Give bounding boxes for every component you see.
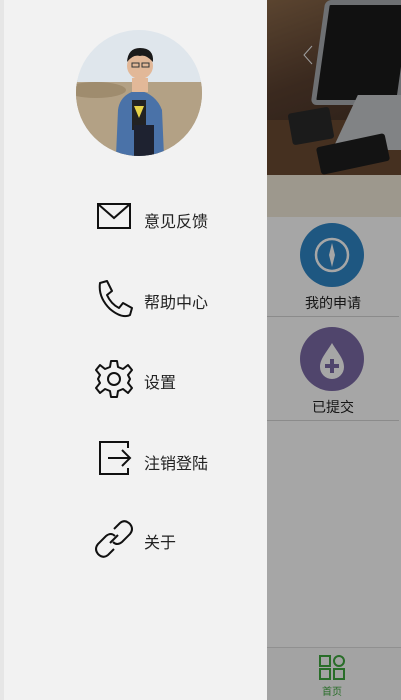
- menu-item-label: 设置: [144, 373, 177, 392]
- menu-item-label: 关于: [144, 533, 177, 552]
- menu-item-feedback[interactable]: 意见反馈: [92, 196, 262, 240]
- menu-item-label: 注销登陆: [144, 454, 209, 473]
- menu-item-label: 意见反馈: [144, 212, 209, 231]
- menu-item-help-center[interactable]: 帮助中心: [92, 277, 262, 321]
- phone-icon: [98, 280, 133, 318]
- menu-item-label: 帮助中心: [144, 293, 209, 312]
- menu-item-about[interactable]: 关于: [92, 517, 262, 561]
- envelope-icon: [97, 203, 131, 229]
- menu-item-logout[interactable]: 注销登陆: [92, 438, 262, 482]
- link-icon: [95, 520, 133, 558]
- avatar[interactable]: [76, 30, 202, 156]
- gear-icon: [95, 360, 133, 398]
- logout-icon: [99, 441, 132, 475]
- menu-item-settings[interactable]: 设置: [92, 357, 262, 401]
- side-drawer: 意见反馈 帮助中心 设置 注销登陆 关于: [0, 0, 267, 700]
